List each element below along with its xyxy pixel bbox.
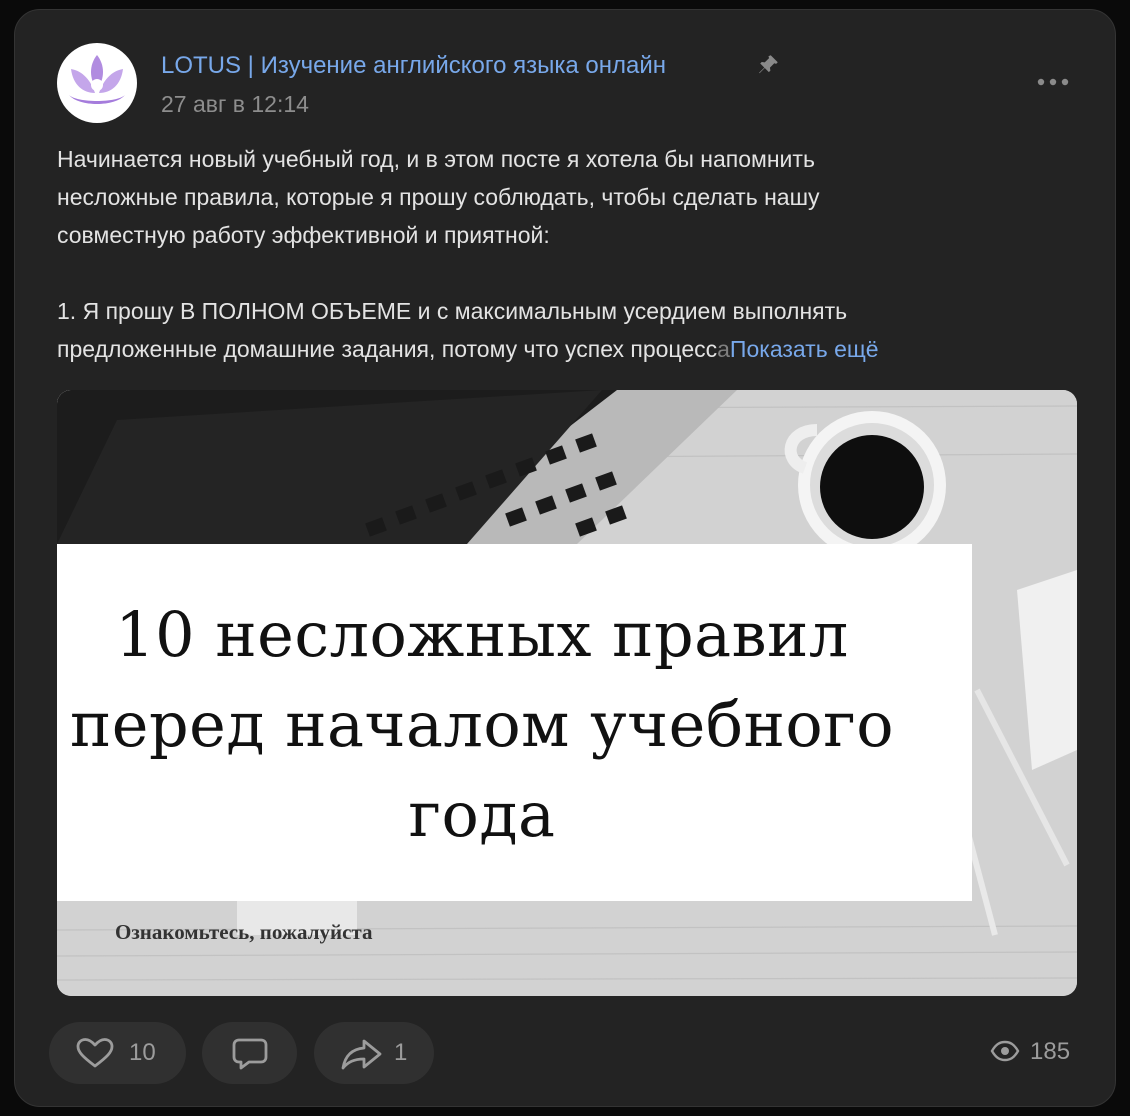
post-text: Начинается новый учебный год, и в этом п… xyxy=(57,140,1067,368)
post-text-line: Начинается новый учебный год, и в этом п… xyxy=(57,146,815,172)
post-date[interactable]: 27 авг в 12:14 xyxy=(161,90,309,118)
views-count: 185 xyxy=(1030,1038,1071,1065)
image-title-line: 10 несложных правил xyxy=(115,598,849,671)
group-avatar[interactable] xyxy=(57,43,137,123)
group-name-link[interactable]: LOTUS | Изучение английского языка онлай… xyxy=(161,51,666,81)
pin-icon xyxy=(759,55,778,74)
post-image[interactable]: 10 несложных правил перед началом учебно… xyxy=(57,390,1077,996)
like-count: 10 xyxy=(129,1039,156,1066)
image-title-line: перед началом учебного xyxy=(69,688,895,761)
show-more-link[interactable]: Показать ещё xyxy=(730,336,879,362)
views-counter: 185 xyxy=(990,1037,1080,1067)
lotus-logo-icon xyxy=(69,55,125,104)
post-text-line-truncated: предложенные домашние задания, потому чт… xyxy=(57,330,1067,368)
comment-icon xyxy=(232,1038,268,1070)
comment-button[interactable] xyxy=(202,1022,297,1084)
share-icon xyxy=(341,1039,382,1070)
image-title: 10 несложных правил перед началом учебно… xyxy=(57,590,907,860)
image-subtitle: Ознакомьтесь, пожалуйста xyxy=(115,920,373,944)
post-text-fragment: предложенные домашние задания, потому чт… xyxy=(57,336,718,362)
post-text-line: совместную работу эффективной и приятной… xyxy=(57,222,550,248)
like-button[interactable]: 10 xyxy=(49,1022,186,1084)
post-text-line: 1. Я прошу В ПОЛНОМ ОБЪЕМЕ и с максималь… xyxy=(57,298,848,324)
post-text-fade: а xyxy=(717,336,730,362)
post-text-line: несложные правила, которые я прошу соблю… xyxy=(57,184,820,210)
heart-icon xyxy=(76,1038,114,1068)
eye-icon xyxy=(990,1040,1020,1062)
share-button[interactable]: 1 xyxy=(314,1022,434,1084)
more-icon[interactable] xyxy=(1033,72,1073,92)
post-card: LOTUS | Изучение английского языка онлай… xyxy=(14,9,1116,1107)
share-count: 1 xyxy=(394,1039,408,1066)
image-title-panel: 10 несложных правил перед началом учебно… xyxy=(57,544,972,901)
image-title-line: года xyxy=(408,778,556,851)
